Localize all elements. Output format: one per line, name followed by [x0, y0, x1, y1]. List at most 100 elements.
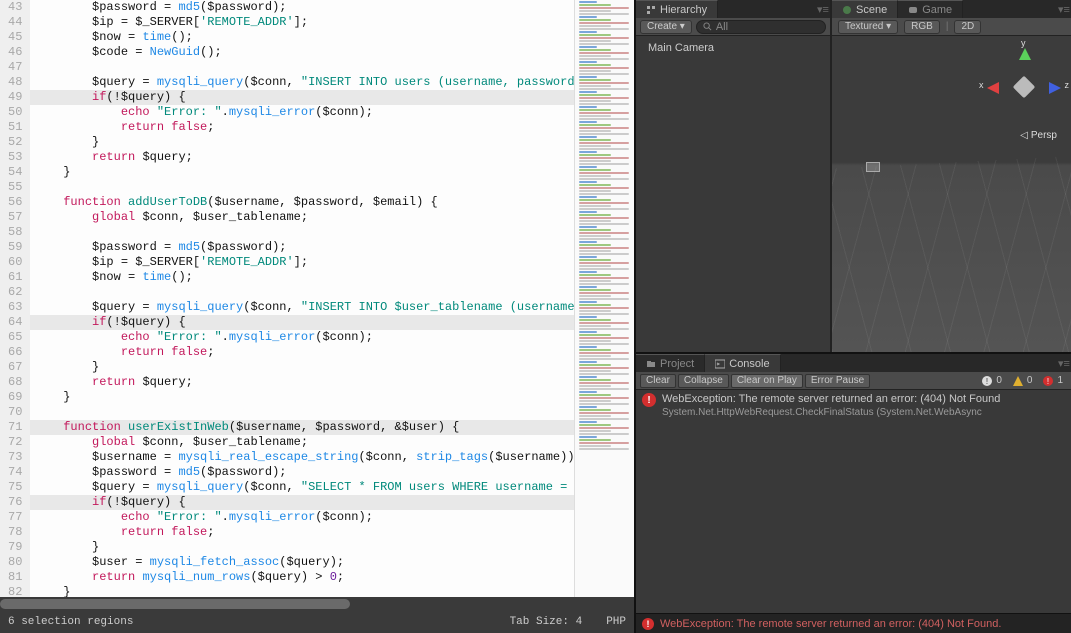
scene-icon: [842, 5, 852, 15]
code-line[interactable]: [30, 285, 574, 300]
gizmo-axis-y[interactable]: [1019, 48, 1031, 60]
code-line[interactable]: [30, 60, 574, 75]
tab-drag-icon[interactable]: ▾≡: [1057, 354, 1071, 372]
search-icon: [703, 22, 712, 31]
scene-viewport[interactable]: y x z ◁ Persp: [832, 36, 1071, 352]
console-clear-on-play-button[interactable]: Clear on Play: [731, 374, 803, 388]
unity-status-text: WebException: The remote server returned…: [660, 618, 1001, 630]
search-placeholder: All: [716, 21, 728, 33]
gizmo-label-z: z: [1065, 80, 1070, 90]
horizontal-scrollbar[interactable]: [0, 597, 634, 611]
status-tabsize[interactable]: Tab Size: 4: [510, 616, 583, 628]
separator-icon: |: [946, 21, 949, 32]
hierarchy-list[interactable]: Main Camera: [636, 36, 830, 352]
code-line[interactable]: $now = time();: [30, 30, 574, 45]
code-line[interactable]: [30, 180, 574, 195]
code-line[interactable]: return $query;: [30, 150, 574, 165]
code-line[interactable]: $password = md5($password);: [30, 465, 574, 480]
create-button[interactable]: Create ▾: [640, 20, 692, 34]
code-line[interactable]: if(!$query) {: [30, 90, 574, 105]
scene-persp-label[interactable]: ◁ Persp: [1020, 130, 1057, 141]
tab-project-label: Project: [660, 358, 694, 370]
tab-drag-icon[interactable]: ▾≡: [816, 0, 830, 18]
scrollbar-thumb[interactable]: [0, 599, 350, 609]
code-line[interactable]: }: [30, 360, 574, 375]
code-line[interactable]: $query = mysqli_query($conn, "INSERT INT…: [30, 75, 574, 90]
code-line[interactable]: [30, 405, 574, 420]
tab-project[interactable]: Project: [636, 354, 705, 372]
code-line[interactable]: }: [30, 540, 574, 555]
status-selection[interactable]: 6 selection regions: [8, 616, 133, 628]
scene-textured-button[interactable]: Textured ▾: [838, 20, 898, 34]
code-line[interactable]: $user = mysqli_fetch_assoc($query);: [30, 555, 574, 570]
tab-drag-icon[interactable]: ▾≡: [1057, 0, 1071, 18]
code-line[interactable]: $password = md5($password);: [30, 240, 574, 255]
project-icon: [646, 359, 656, 369]
info-count-badge[interactable]: ! 0: [977, 375, 1006, 387]
code-line[interactable]: $query = mysqli_query($conn, "SELECT * F…: [30, 480, 574, 495]
gizmo-axis-z[interactable]: [1049, 82, 1061, 94]
tab-hierarchy[interactable]: Hierarchy: [636, 0, 718, 18]
code-line[interactable]: return false;: [30, 345, 574, 360]
camera-icon[interactable]: [866, 162, 880, 172]
unity-editor: Hierarchy ▾≡ Create ▾ All Main Camera: [634, 0, 1071, 633]
warn-count-badge[interactable]: 0: [1008, 375, 1037, 387]
code-line[interactable]: global $conn, $user_tablename;: [30, 210, 574, 225]
scene-toolbar: Textured ▾ RGB | 2D: [832, 18, 1071, 36]
code-line[interactable]: $code = NewGuid();: [30, 45, 574, 60]
tab-scene[interactable]: Scene: [832, 0, 898, 18]
code-line[interactable]: $ip = $_SERVER['REMOTE_ADDR'];: [30, 255, 574, 270]
hierarchy-search[interactable]: All: [696, 20, 826, 34]
scene-tabbar: Scene Game ▾≡: [832, 0, 1071, 18]
code-line[interactable]: $query = mysqli_query($conn, "INSERT INT…: [30, 300, 574, 315]
gizmo-cube[interactable]: [1013, 76, 1036, 99]
minimap[interactable]: [574, 0, 634, 597]
code-line[interactable]: return false;: [30, 120, 574, 135]
scene-2d-button[interactable]: 2D: [954, 20, 981, 34]
code-line[interactable]: $password = md5($password);: [30, 0, 574, 15]
console-log-row[interactable]: ! WebException: The remote server return…: [636, 390, 1071, 422]
tab-console[interactable]: Console: [705, 354, 780, 372]
tab-console-label: Console: [729, 358, 769, 370]
console-collapse-button[interactable]: Collapse: [678, 374, 729, 388]
code-line[interactable]: $now = time();: [30, 270, 574, 285]
error-count-badge[interactable]: ! 1: [1038, 375, 1067, 387]
code-line[interactable]: return $query;: [30, 375, 574, 390]
code-line[interactable]: function addUserToDB($username, $passwor…: [30, 195, 574, 210]
hierarchy-panel: Hierarchy ▾≡ Create ▾ All Main Camera: [636, 0, 832, 352]
error-icon: !: [642, 618, 654, 630]
line-number-gutter[interactable]: 4344454647484950515253545556575859606162…: [0, 0, 30, 597]
warning-icon: [1012, 375, 1024, 387]
code-line[interactable]: [30, 225, 574, 240]
scene-gizmo[interactable]: y x z: [989, 52, 1059, 122]
code-line[interactable]: echo "Error: ".mysqli_error($conn);: [30, 330, 574, 345]
code-line[interactable]: return mysqli_num_rows($query) > 0;: [30, 570, 574, 585]
code-line[interactable]: }: [30, 135, 574, 150]
code-line[interactable]: echo "Error: ".mysqli_error($conn);: [30, 510, 574, 525]
code-line[interactable]: }: [30, 165, 574, 180]
console-panel: Project Console ▾≡ Clear Collapse Clear …: [636, 352, 1071, 613]
code-line[interactable]: echo "Error: ".mysqli_error($conn);: [30, 105, 574, 120]
code-line[interactable]: return false;: [30, 525, 574, 540]
gizmo-axis-x[interactable]: [987, 82, 999, 94]
console-log-list[interactable]: ! WebException: The remote server return…: [636, 390, 1071, 613]
status-language[interactable]: PHP: [606, 616, 626, 628]
code-line[interactable]: function userExistInWeb($username, $pass…: [30, 420, 574, 435]
code-line[interactable]: if(!$query) {: [30, 495, 574, 510]
unity-statusbar[interactable]: ! WebException: The remote server return…: [636, 613, 1071, 633]
console-error-pause-button[interactable]: Error Pause: [805, 374, 870, 388]
scene-rgb-button[interactable]: RGB: [904, 20, 940, 34]
code-line[interactable]: global $conn, $user_tablename;: [30, 435, 574, 450]
code-line[interactable]: $ip = $_SERVER['REMOTE_ADDR'];: [30, 15, 574, 30]
info-icon: !: [981, 375, 993, 387]
console-clear-button[interactable]: Clear: [640, 374, 676, 388]
hierarchy-item[interactable]: Main Camera: [644, 40, 822, 56]
gizmo-label-x: x: [979, 80, 984, 90]
code-area[interactable]: $password = md5($password); $ip = $_SERV…: [30, 0, 574, 597]
code-line[interactable]: $username = mysqli_real_escape_string($c…: [30, 450, 574, 465]
code-line[interactable]: if(!$query) {: [30, 315, 574, 330]
error-icon: !: [642, 393, 656, 407]
tab-game[interactable]: Game: [898, 0, 963, 18]
code-line[interactable]: }: [30, 585, 574, 597]
code-line[interactable]: }: [30, 390, 574, 405]
